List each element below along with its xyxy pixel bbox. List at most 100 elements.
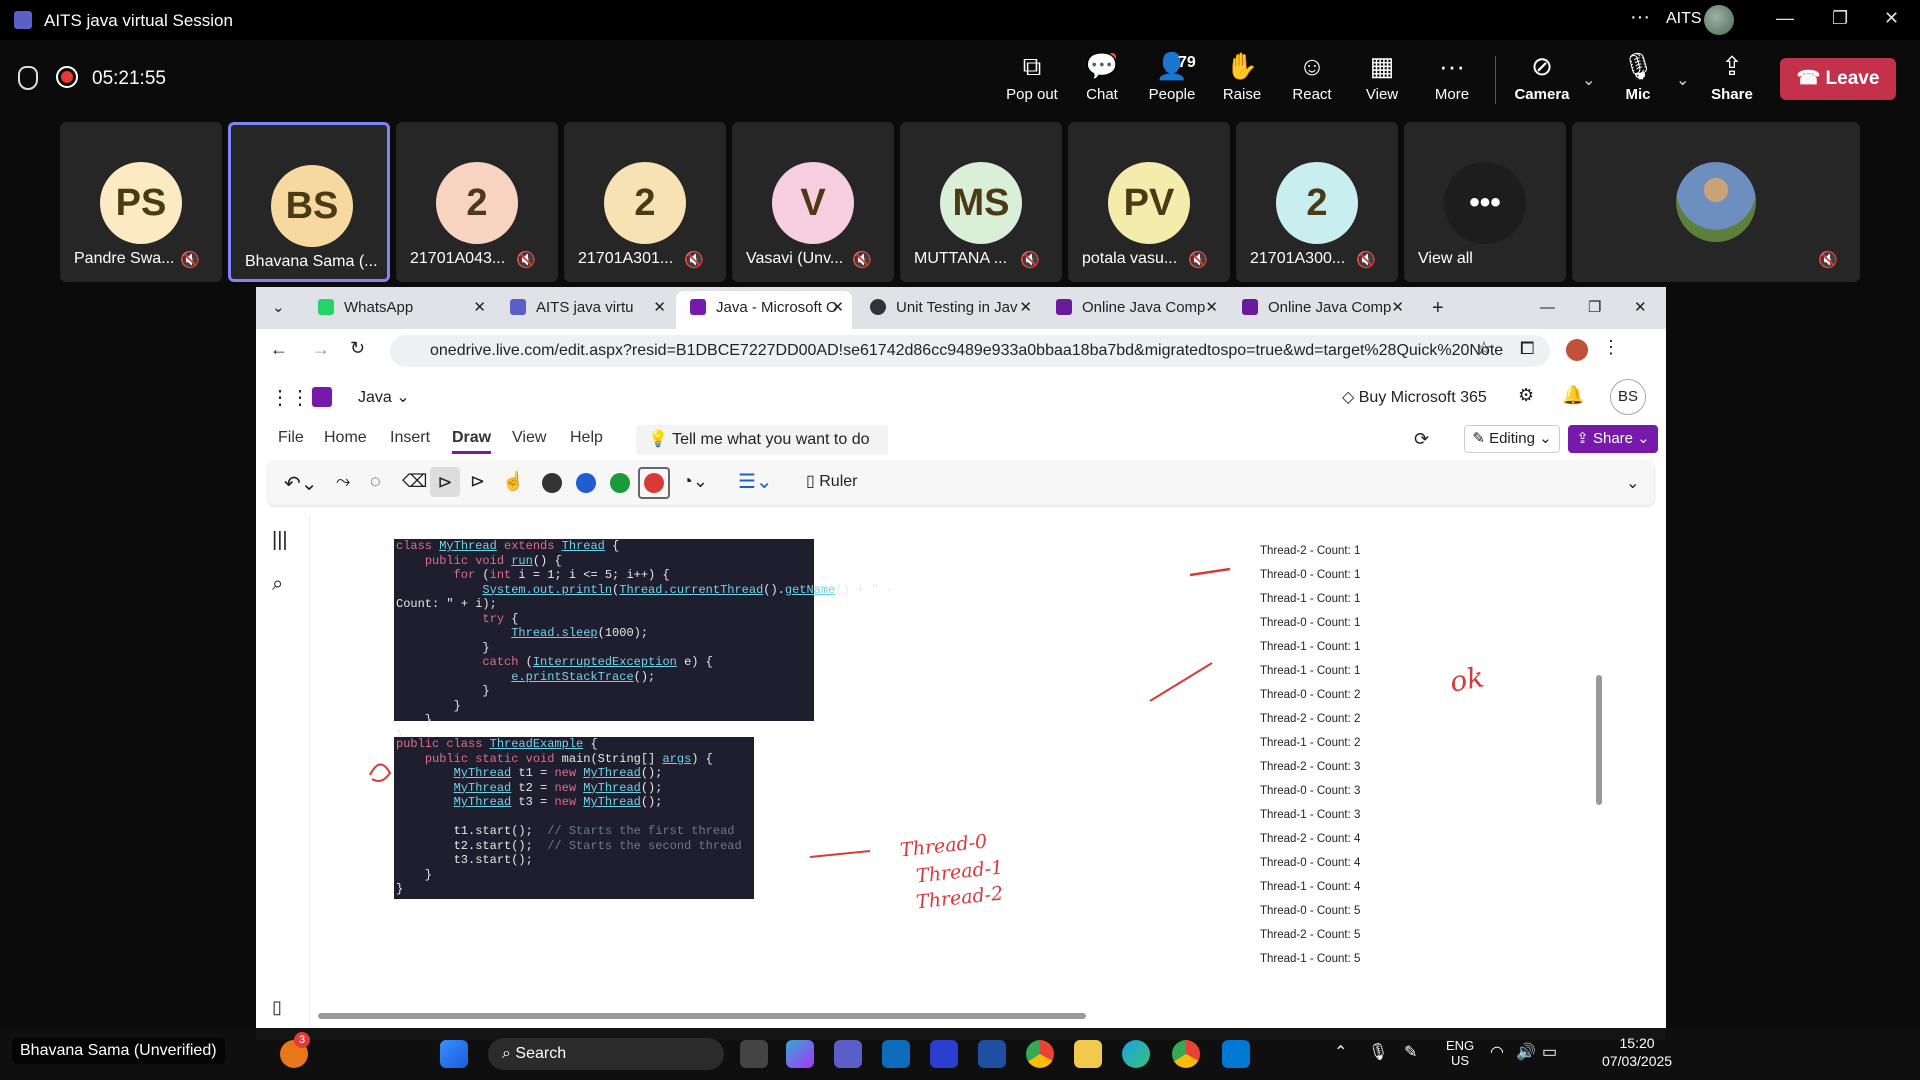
participant-tile[interactable]: V Vasavi (Unv... 🔇: [732, 122, 894, 282]
taskbar-search[interactable]: ⌕ Search: [488, 1038, 724, 1070]
vscode-icon[interactable]: [1222, 1040, 1250, 1068]
menu-file[interactable]: File: [278, 429, 304, 447]
participant-tile-active[interactable]: BS Bhavana Sama (...: [228, 122, 390, 282]
participant-tile[interactable]: 2 21701A300... 🔇: [1236, 122, 1398, 282]
note-canvas[interactable]: class MyThread extends Thread { public v…: [310, 515, 1650, 1015]
search-icon[interactable]: ⌕: [272, 573, 283, 596]
menu-home[interactable]: Home: [324, 429, 367, 447]
tab-onenote[interactable]: Java - Microsoft O ✕: [676, 291, 852, 329]
lasso-icon[interactable]: ◌: [370, 471, 381, 492]
tab-online-java-2[interactable]: Online Java Comp ✕: [1228, 291, 1412, 329]
menu-icon[interactable]: ⋮: [1602, 337, 1620, 358]
line-style-icon[interactable]: ☰⌄: [738, 469, 773, 494]
undo-icon[interactable]: ↶⌄: [284, 471, 318, 496]
minimize-icon[interactable]: —: [1776, 8, 1794, 29]
tab-unit-testing[interactable]: Unit Testing in Jav ✕: [856, 291, 1040, 329]
file-explorer-icon[interactable]: [1074, 1040, 1102, 1068]
react-button[interactable]: ☺ React: [1280, 52, 1344, 103]
menu-help[interactable]: Help: [570, 429, 603, 447]
mic-options-icon[interactable]: ⌄: [1676, 70, 1689, 90]
restore-icon[interactable]: ❐: [1832, 8, 1848, 29]
close-tab-icon[interactable]: ✕: [1391, 291, 1404, 325]
windows-start-icon[interactable]: [440, 1040, 468, 1068]
menu-view[interactable]: View: [512, 429, 546, 447]
outlook-icon[interactable]: [882, 1040, 910, 1068]
camera-button[interactable]: ⊘ Camera: [1510, 52, 1574, 103]
pen-color-green[interactable]: [610, 473, 630, 493]
extensions-icon[interactable]: ⧠: [1520, 338, 1534, 359]
close-tab-icon[interactable]: ✕: [1205, 291, 1218, 325]
reload-icon[interactable]: ↻: [350, 338, 365, 359]
view-button[interactable]: ▦ View: [1350, 52, 1414, 103]
share-button[interactable]: ⇪ Share: [1700, 52, 1764, 103]
pen-color-blue[interactable]: [576, 473, 596, 493]
editing-mode-button[interactable]: ✎ Editing ⌄: [1464, 425, 1560, 453]
pen-color-black[interactable]: [542, 473, 562, 493]
share-button[interactable]: ⇪ Share ⌄: [1568, 425, 1658, 453]
user-avatar[interactable]: BS: [1610, 379, 1646, 415]
eraser-icon[interactable]: ⌫: [402, 471, 427, 492]
address-bar[interactable]: onedrive.live.com/edit.aspx?resid=B1DBCE…: [390, 335, 1550, 367]
chevron-up-icon[interactable]: ⌃: [1334, 1042, 1347, 1062]
close-tab-icon[interactable]: ✕: [831, 291, 844, 325]
new-tab-icon[interactable]: +: [1418, 291, 1458, 329]
menu-draw[interactable]: Draw: [452, 429, 492, 454]
tab-whatsapp[interactable]: WhatsApp ✕: [304, 291, 494, 329]
sync-icon[interactable]: ⟳: [1414, 429, 1429, 450]
ruler-button[interactable]: ▯ Ruler: [806, 471, 857, 491]
notebook-name[interactable]: Java ⌄: [358, 387, 410, 407]
pen-tool-icon[interactable]: ⊳: [430, 467, 460, 497]
copilot-icon[interactable]: [786, 1040, 814, 1068]
close-tab-icon[interactable]: ✕: [473, 291, 486, 325]
horizontal-scrollbar[interactable]: [318, 1013, 1086, 1019]
clock[interactable]: 15:20 07/03/2025: [1602, 1034, 1672, 1070]
restore-icon[interactable]: ❐: [1574, 291, 1615, 329]
back-icon[interactable]: ←: [270, 339, 288, 360]
chrome-icon[interactable]: [1026, 1040, 1054, 1068]
tell-me-box[interactable]: 💡 Tell me what you want to do: [636, 425, 888, 455]
notebooks-icon[interactable]: |||: [272, 529, 288, 552]
more-button[interactable]: ··· More: [1420, 52, 1484, 103]
participant-tile[interactable]: PS Pandre Swa... 🔇: [60, 122, 222, 282]
camera-options-icon[interactable]: ⌄: [1582, 70, 1595, 90]
pen-color-red-selected[interactable]: [638, 467, 670, 499]
buy-m365-link[interactable]: ◇ Buy Microsoft 365: [1342, 387, 1487, 407]
touch-draw-icon[interactable]: ☝: [502, 471, 524, 492]
participant-tile[interactable]: PV potala vasu... 🔇: [1068, 122, 1230, 282]
participant-tile-video[interactable]: 🔇: [1572, 122, 1860, 282]
org-avatar[interactable]: [1704, 5, 1734, 35]
page-icon[interactable]: ▯: [272, 997, 282, 1018]
vertical-scrollbar[interactable]: [1596, 675, 1602, 805]
wifi-icon[interactable]: ◠: [1490, 1042, 1504, 1062]
mic-button[interactable]: 🎙 Mic: [1606, 52, 1670, 103]
close-tab-icon[interactable]: ✕: [653, 291, 666, 325]
tab-list-icon[interactable]: ⌄: [258, 291, 292, 329]
forward-icon[interactable]: →: [312, 339, 330, 360]
chrome-icon-active[interactable]: [1172, 1040, 1200, 1068]
task-view-icon[interactable]: [740, 1040, 768, 1068]
pop-out-button[interactable]: ⧉ Pop out: [1000, 52, 1064, 103]
participant-tile[interactable]: 2 21701A043... 🔇: [396, 122, 558, 282]
bell-icon[interactable]: 🔔: [1562, 385, 1584, 406]
close-icon[interactable]: ✕: [1884, 8, 1899, 29]
ink-to-text-icon[interactable]: ⤳: [336, 471, 350, 492]
settings-icon[interactable]: ⚙: [1518, 385, 1534, 406]
minimize-icon[interactable]: —: [1526, 291, 1569, 329]
mic-icon[interactable]: 🎙: [1368, 1042, 1388, 1062]
leave-button[interactable]: ☎ Leave: [1780, 58, 1896, 100]
chat-button[interactable]: 💬 Chat: [1070, 52, 1134, 103]
close-icon[interactable]: ✕: [1620, 291, 1661, 329]
pen-settings-icon[interactable]: ◔⌄: [682, 471, 708, 492]
profile-avatar[interactable]: [1566, 339, 1588, 361]
collapse-ribbon-icon[interactable]: ⌄: [1626, 473, 1639, 493]
app-icon-grid[interactable]: [978, 1040, 1006, 1068]
tab-online-java-1[interactable]: Online Java Comp ✕: [1042, 291, 1226, 329]
teams-icon[interactable]: [834, 1040, 862, 1068]
app-icon-blue[interactable]: [930, 1040, 958, 1068]
star-icon[interactable]: ☆: [1476, 338, 1492, 359]
more-options-icon[interactable]: ···: [1630, 6, 1650, 29]
menu-insert[interactable]: Insert: [390, 429, 430, 447]
raise-hand-button[interactable]: ✋ Raise: [1210, 52, 1274, 103]
participant-tile[interactable]: 2 21701A301... 🔇: [564, 122, 726, 282]
language-indicator[interactable]: ENG US: [1446, 1038, 1474, 1068]
